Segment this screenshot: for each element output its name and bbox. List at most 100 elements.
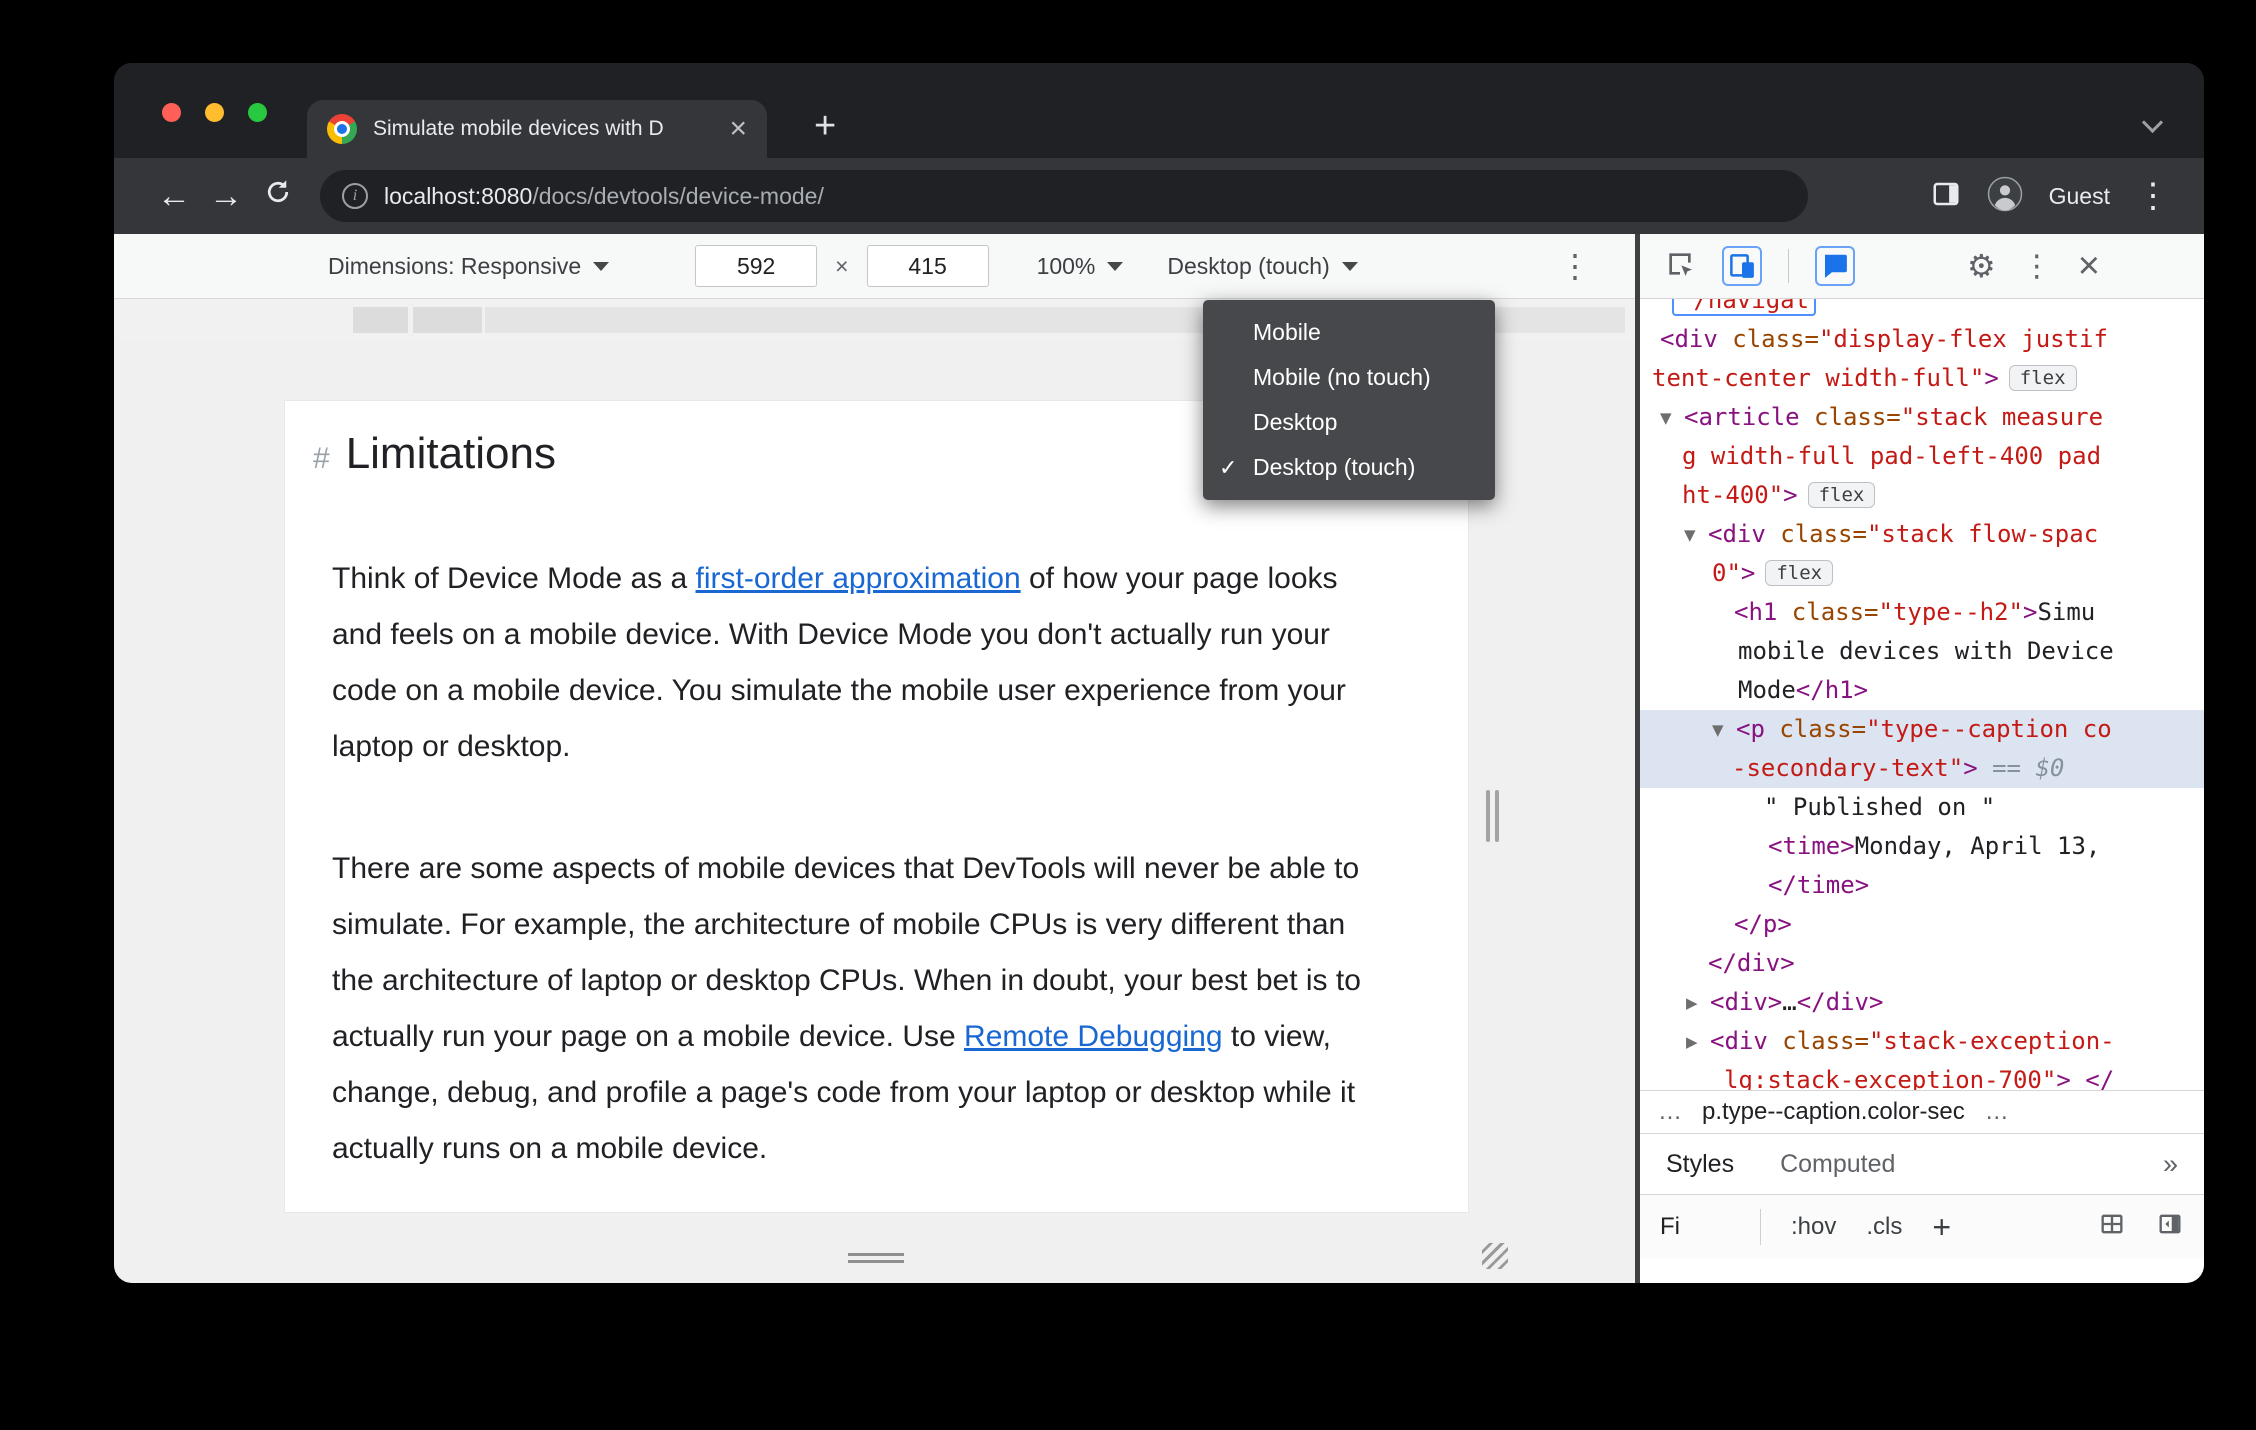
viewport-height-input[interactable] bbox=[866, 245, 989, 287]
code-token: tent-center width-full" bbox=[1652, 364, 1985, 392]
back-icon[interactable]: ← bbox=[148, 177, 200, 216]
devtools-close-icon[interactable]: × bbox=[2078, 247, 2100, 285]
code-line[interactable]: ht-400"> flex bbox=[1646, 476, 2204, 515]
code-line[interactable]: ▶ <div>…</div> bbox=[1646, 983, 2204, 1022]
forward-icon[interactable]: → bbox=[200, 177, 252, 216]
avatar[interactable] bbox=[1987, 176, 2023, 217]
expand-arrow-icon[interactable]: ▶ bbox=[1686, 984, 1710, 1023]
paragraph: Think of Device Mode as a first-order ap… bbox=[332, 551, 1362, 775]
code-line[interactable]: "/navigat bbox=[1646, 299, 2204, 320]
code-line[interactable]: mobile devices with Device bbox=[1646, 632, 2204, 671]
dropdown-triangle-icon bbox=[1341, 261, 1358, 271]
browser-tab[interactable]: Simulate mobile devices with D × bbox=[307, 100, 767, 158]
menu-item-mobile-no-touch[interactable]: Mobile (no touch) bbox=[1203, 355, 1495, 400]
tab-styles[interactable]: Styles bbox=[1666, 1150, 1734, 1179]
device-toolbar-more-icon[interactable]: ⋮ bbox=[1559, 247, 1591, 285]
toggle-class-button[interactable]: .cls bbox=[1866, 1213, 1902, 1241]
code-line[interactable]: ▼ <div class="stack flow-spac bbox=[1646, 515, 2204, 554]
code-token: <time> bbox=[1768, 832, 1855, 860]
viewport-scrollbar[interactable] bbox=[1495, 790, 1499, 842]
breadcrumb-ellipsis[interactable]: … bbox=[1658, 1098, 1682, 1126]
side-panel-icon[interactable] bbox=[1931, 179, 1961, 214]
chat-bubble-icon[interactable] bbox=[1815, 246, 1855, 286]
flex-badge[interactable]: flex bbox=[1765, 560, 1834, 586]
toggle-hover-state-button[interactable]: :hov bbox=[1791, 1213, 1836, 1241]
code-line[interactable]: </time> bbox=[1646, 866, 2204, 905]
code-token: " Published on " bbox=[1764, 793, 1996, 821]
menu-item-desktop-touch[interactable]: ✓ Desktop (touch) bbox=[1203, 445, 1495, 490]
code-token: == bbox=[1992, 754, 2036, 782]
device-type-select[interactable]: Desktop (touch) bbox=[1167, 253, 1358, 280]
remote-debugging-link[interactable]: Remote Debugging bbox=[964, 1020, 1223, 1053]
dimensions-label: Dimensions: Responsive bbox=[328, 252, 582, 279]
code-token: </div> bbox=[1796, 988, 1884, 1016]
tab-search-chevron-icon[interactable] bbox=[2141, 111, 2164, 134]
new-tab-button[interactable]: + bbox=[814, 107, 836, 145]
toolbar-divider bbox=[1788, 249, 1789, 283]
menu-item-desktop[interactable]: Desktop bbox=[1203, 400, 1495, 445]
breadcrumb-ellipsis[interactable]: … bbox=[1985, 1098, 2009, 1126]
code-line[interactable]: 0"> flex bbox=[1646, 554, 2204, 593]
devtools-menu-icon[interactable]: ⋮ bbox=[2022, 249, 2052, 284]
heading-anchor[interactable]: # bbox=[313, 442, 330, 476]
dropdown-triangle-icon bbox=[1107, 261, 1124, 271]
code-token: > bbox=[1963, 754, 1978, 782]
expand-arrow-icon[interactable]: ▶ bbox=[1686, 1023, 1710, 1062]
close-window-button[interactable] bbox=[162, 103, 181, 122]
elements-tree: "/navigat <div class="display-flex justif… bbox=[1640, 299, 2204, 1090]
code-line[interactable]: <time>Monday, April 13, bbox=[1646, 827, 2204, 866]
browser-actions: Guest ⋮ bbox=[1931, 176, 2170, 217]
code-line[interactable]: lg:stack-exception-700"> </ bbox=[1646, 1061, 2204, 1090]
viewport-width-input[interactable] bbox=[695, 245, 818, 287]
zoom-select[interactable]: 100% bbox=[1037, 253, 1124, 280]
viewport-resize-handle[interactable] bbox=[848, 1253, 904, 1263]
viewport-scrollbar[interactable] bbox=[1486, 790, 1490, 842]
flex-badge[interactable]: flex bbox=[1807, 482, 1876, 508]
code-line[interactable]: ▼ <article class="stack measure bbox=[1646, 398, 2204, 437]
flex-badge[interactable]: flex bbox=[2008, 365, 2077, 391]
tab-close-icon[interactable]: × bbox=[729, 114, 747, 144]
collapse-arrow-icon[interactable]: ▼ bbox=[1712, 711, 1736, 750]
code-token: </div> bbox=[1708, 949, 1795, 977]
site-info-icon[interactable]: i bbox=[342, 183, 368, 209]
code-line[interactable]: </p> bbox=[1646, 905, 2204, 944]
new-style-rule-icon[interactable]: + bbox=[1932, 1209, 1951, 1246]
browser-menu-icon[interactable]: ⋮ bbox=[2136, 176, 2170, 216]
minimize-window-button[interactable] bbox=[205, 103, 224, 122]
code-line[interactable]: " Published on " bbox=[1646, 788, 2204, 827]
dimensions-select[interactable]: Dimensions: Responsive bbox=[328, 252, 610, 280]
grid-icon[interactable] bbox=[2098, 1210, 2126, 1245]
device-toolbar-toggle-icon[interactable] bbox=[1722, 246, 1762, 286]
code-line[interactable]: </div> bbox=[1646, 944, 2204, 983]
first-order-approximation-link[interactable]: first-order approximation bbox=[696, 562, 1021, 595]
code-token: lg:stack-exception-700" bbox=[1724, 1066, 2057, 1090]
collapse-arrow-icon[interactable]: ▼ bbox=[1684, 516, 1708, 555]
menu-item-mobile[interactable]: Mobile bbox=[1203, 310, 1495, 355]
code-token: class= bbox=[1732, 325, 1819, 353]
more-tabs-icon[interactable]: » bbox=[2163, 1149, 2178, 1180]
code-line[interactable]: Mode</h1> bbox=[1646, 671, 2204, 710]
code-line[interactable]: tent-center width-full"> flex bbox=[1646, 359, 2204, 398]
code-line[interactable]: g width-full pad-left-400 pad bbox=[1646, 437, 2204, 476]
code-token: > bbox=[2056, 1066, 2071, 1090]
code-token: </ bbox=[2085, 1066, 2115, 1090]
code-line[interactable]: <h1 class="type--h2">Simu bbox=[1646, 593, 2204, 632]
zoom-value: 100% bbox=[1036, 252, 1096, 279]
code-line[interactable]: <div class="display-flex justif bbox=[1646, 320, 2204, 359]
tab-computed[interactable]: Computed bbox=[1780, 1150, 1895, 1179]
fullscreen-window-button[interactable] bbox=[248, 103, 267, 122]
viewport-corner-resize-handle[interactable] bbox=[1482, 1243, 1508, 1269]
breadcrumb-selected[interactable]: p.type--caption.color-sec bbox=[1702, 1098, 1965, 1126]
inspect-element-icon[interactable] bbox=[1664, 248, 1696, 285]
reload-icon[interactable] bbox=[252, 177, 304, 216]
settings-gear-icon[interactable]: ⚙ bbox=[1967, 247, 1996, 285]
url-omnibox[interactable]: i localhost:8080/docs/devtools/device-mo… bbox=[320, 170, 1808, 222]
code-line[interactable]: ▶ <div class="stack-exception- bbox=[1646, 1022, 2204, 1061]
collapse-arrow-icon[interactable]: ▼ bbox=[1660, 399, 1684, 438]
style-filter-input[interactable] bbox=[1660, 1213, 1730, 1241]
code-token: g width-full pad-left-400 pad bbox=[1682, 442, 2102, 470]
profile-name[interactable]: Guest bbox=[2049, 183, 2110, 210]
sidebar-toggle-icon[interactable] bbox=[2156, 1210, 2184, 1245]
code-line[interactable]: -secondary-text"> == $0 bbox=[1640, 749, 2204, 788]
code-line[interactable]: ▼ <p class="type--caption co bbox=[1640, 710, 2204, 749]
